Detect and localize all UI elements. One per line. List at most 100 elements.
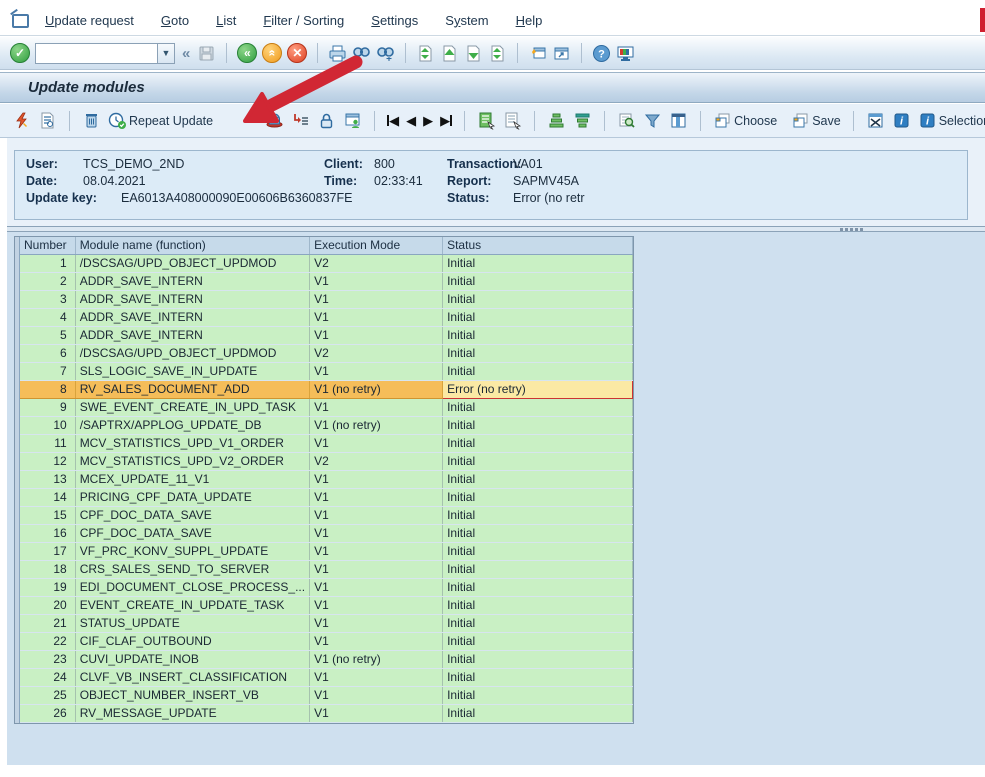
cell-module-name[interactable]: ADDR_SAVE_INTERN	[75, 326, 309, 344]
last-page-icon[interactable]	[488, 44, 507, 63]
cell-status[interactable]: Initial	[443, 290, 633, 308]
cell-status[interactable]: Initial	[443, 326, 633, 344]
cell-number[interactable]: 12	[20, 452, 75, 470]
cell-number[interactable]: 9	[20, 398, 75, 416]
back-icon[interactable]: «	[237, 43, 257, 63]
choose-button[interactable]: Choose	[713, 111, 777, 130]
cell-number[interactable]: 10	[20, 416, 75, 434]
cell-number[interactable]: 23	[20, 650, 75, 668]
cell-status[interactable]: Initial	[443, 416, 633, 434]
cell-module-name[interactable]: OBJECT_NUMBER_INSERT_VB	[75, 686, 309, 704]
cell-module-name[interactable]: SLS_LOGIC_SAVE_IN_UPDATE	[75, 362, 309, 380]
cell-number[interactable]: 6	[20, 344, 75, 362]
cell-execution-mode[interactable]: V1	[310, 596, 443, 614]
enter-icon[interactable]: ✓	[10, 43, 30, 63]
cell-module-name[interactable]: PRICING_CPF_DATA_UPDATE	[75, 488, 309, 506]
first-page-icon[interactable]	[416, 44, 435, 63]
filter-icon[interactable]	[643, 111, 662, 130]
cell-number[interactable]: 3	[20, 290, 75, 308]
cell-status[interactable]: Initial	[443, 524, 633, 542]
cell-execution-mode[interactable]: V1	[310, 470, 443, 488]
new-session-icon[interactable]	[528, 44, 547, 63]
cell-module-name[interactable]: CIF_CLAF_OUTBOUND	[75, 632, 309, 650]
next-entry-icon[interactable]: ▶	[423, 114, 433, 127]
cell-module-name[interactable]: CRS_SALES_SEND_TO_SERVER	[75, 560, 309, 578]
cell-status[interactable]: Initial	[443, 254, 633, 272]
cell-execution-mode[interactable]: V1 (no retry)	[310, 650, 443, 668]
find-icon[interactable]	[352, 44, 371, 63]
sort-ascending-icon[interactable]	[547, 111, 566, 130]
cell-module-name[interactable]: SWE_EVENT_CREATE_IN_UPD_TASK	[75, 398, 309, 416]
cell-status[interactable]: Initial	[443, 668, 633, 686]
menu-item-settings[interactable]: Settings	[371, 13, 418, 28]
cell-execution-mode[interactable]: V1	[310, 272, 443, 290]
cell-number[interactable]: 24	[20, 668, 75, 686]
cell-status[interactable]: Initial	[443, 452, 633, 470]
cell-status[interactable]: Initial	[443, 470, 633, 488]
cell-number[interactable]: 13	[20, 470, 75, 488]
print-spool-icon[interactable]	[265, 111, 284, 130]
menu-item-system[interactable]: System	[445, 13, 488, 28]
page-up-icon[interactable]	[440, 44, 459, 63]
cell-module-name[interactable]: ADDR_SAVE_INTERN	[75, 290, 309, 308]
cell-number[interactable]: 15	[20, 506, 75, 524]
cell-module-name[interactable]: EDI_DOCUMENT_CLOSE_PROCESS_...	[75, 578, 309, 596]
display-list-icon[interactable]	[477, 111, 496, 130]
cell-module-name[interactable]: CPF_DOC_DATA_SAVE	[75, 506, 309, 524]
cell-status[interactable]: Initial	[443, 506, 633, 524]
cell-number[interactable]: 14	[20, 488, 75, 506]
cell-number[interactable]: 19	[20, 578, 75, 596]
cell-execution-mode[interactable]: V1	[310, 686, 443, 704]
cell-execution-mode[interactable]: V1	[310, 632, 443, 650]
cell-execution-mode[interactable]: V1	[310, 668, 443, 686]
cell-module-name[interactable]: /DSCSAG/UPD_OBJECT_UPDMOD	[75, 344, 309, 362]
menu-item-update-request[interactable]: Update request	[45, 13, 134, 28]
cell-execution-mode[interactable]: V1 (no retry)	[310, 380, 443, 398]
cell-module-name[interactable]: MCEX_UPDATE_11_V1	[75, 470, 309, 488]
customize-layout-icon[interactable]	[616, 44, 635, 63]
cell-number[interactable]: 5	[20, 326, 75, 344]
cell-number[interactable]: 21	[20, 614, 75, 632]
cell-number[interactable]: 16	[20, 524, 75, 542]
cell-execution-mode[interactable]: V1	[310, 290, 443, 308]
system-menu-icon[interactable]	[12, 14, 29, 28]
display-update-records-icon[interactable]	[38, 111, 57, 130]
display-list-alt-icon[interactable]	[503, 111, 522, 130]
cell-status[interactable]: Initial	[443, 632, 633, 650]
cell-module-name[interactable]: STATUS_UPDATE	[75, 614, 309, 632]
menu-item-filter-sorting[interactable]: Filter / Sorting	[263, 13, 344, 28]
previous-entry-icon[interactable]: ◀	[406, 114, 416, 127]
terminate-update-icon[interactable]	[12, 111, 31, 130]
cell-status[interactable]: Initial	[443, 362, 633, 380]
cell-execution-mode[interactable]: V1	[310, 614, 443, 632]
cell-status[interactable]: Initial	[443, 578, 633, 596]
cell-execution-mode[interactable]: V1	[310, 362, 443, 380]
cell-execution-mode[interactable]: V2	[310, 344, 443, 362]
cell-status[interactable]: Error (no retry)	[443, 380, 633, 398]
cell-execution-mode[interactable]: V1	[310, 488, 443, 506]
cell-execution-mode[interactable]: V1	[310, 542, 443, 560]
cell-module-name[interactable]: VF_PRC_KONV_SUPPL_UPDATE	[75, 542, 309, 560]
cell-status[interactable]: Initial	[443, 488, 633, 506]
cell-number[interactable]: 8	[20, 380, 75, 398]
collapse-icon[interactable]: «	[180, 45, 192, 62]
find-next-icon[interactable]	[376, 44, 395, 63]
cell-number[interactable]: 1	[20, 254, 75, 272]
cell-execution-mode[interactable]: V1	[310, 326, 443, 344]
cell-number[interactable]: 20	[20, 596, 75, 614]
cell-status[interactable]: Initial	[443, 308, 633, 326]
cell-number[interactable]: 25	[20, 686, 75, 704]
menu-item-goto[interactable]: Goto	[161, 13, 189, 28]
help-icon[interactable]: ?	[592, 44, 611, 63]
cell-status[interactable]: Initial	[443, 614, 633, 632]
cell-execution-mode[interactable]: V1 (no retry)	[310, 416, 443, 434]
save-icon[interactable]	[197, 44, 216, 63]
cell-status[interactable]: Initial	[443, 272, 633, 290]
column-header-number[interactable]: Number	[20, 237, 75, 254]
cell-execution-mode[interactable]: V1	[310, 524, 443, 542]
cell-execution-mode[interactable]: V1	[310, 398, 443, 416]
cell-status[interactable]: Initial	[443, 398, 633, 416]
cell-status[interactable]: Initial	[443, 434, 633, 452]
column-layout-icon[interactable]	[669, 111, 688, 130]
cell-status[interactable]: Initial	[443, 344, 633, 362]
